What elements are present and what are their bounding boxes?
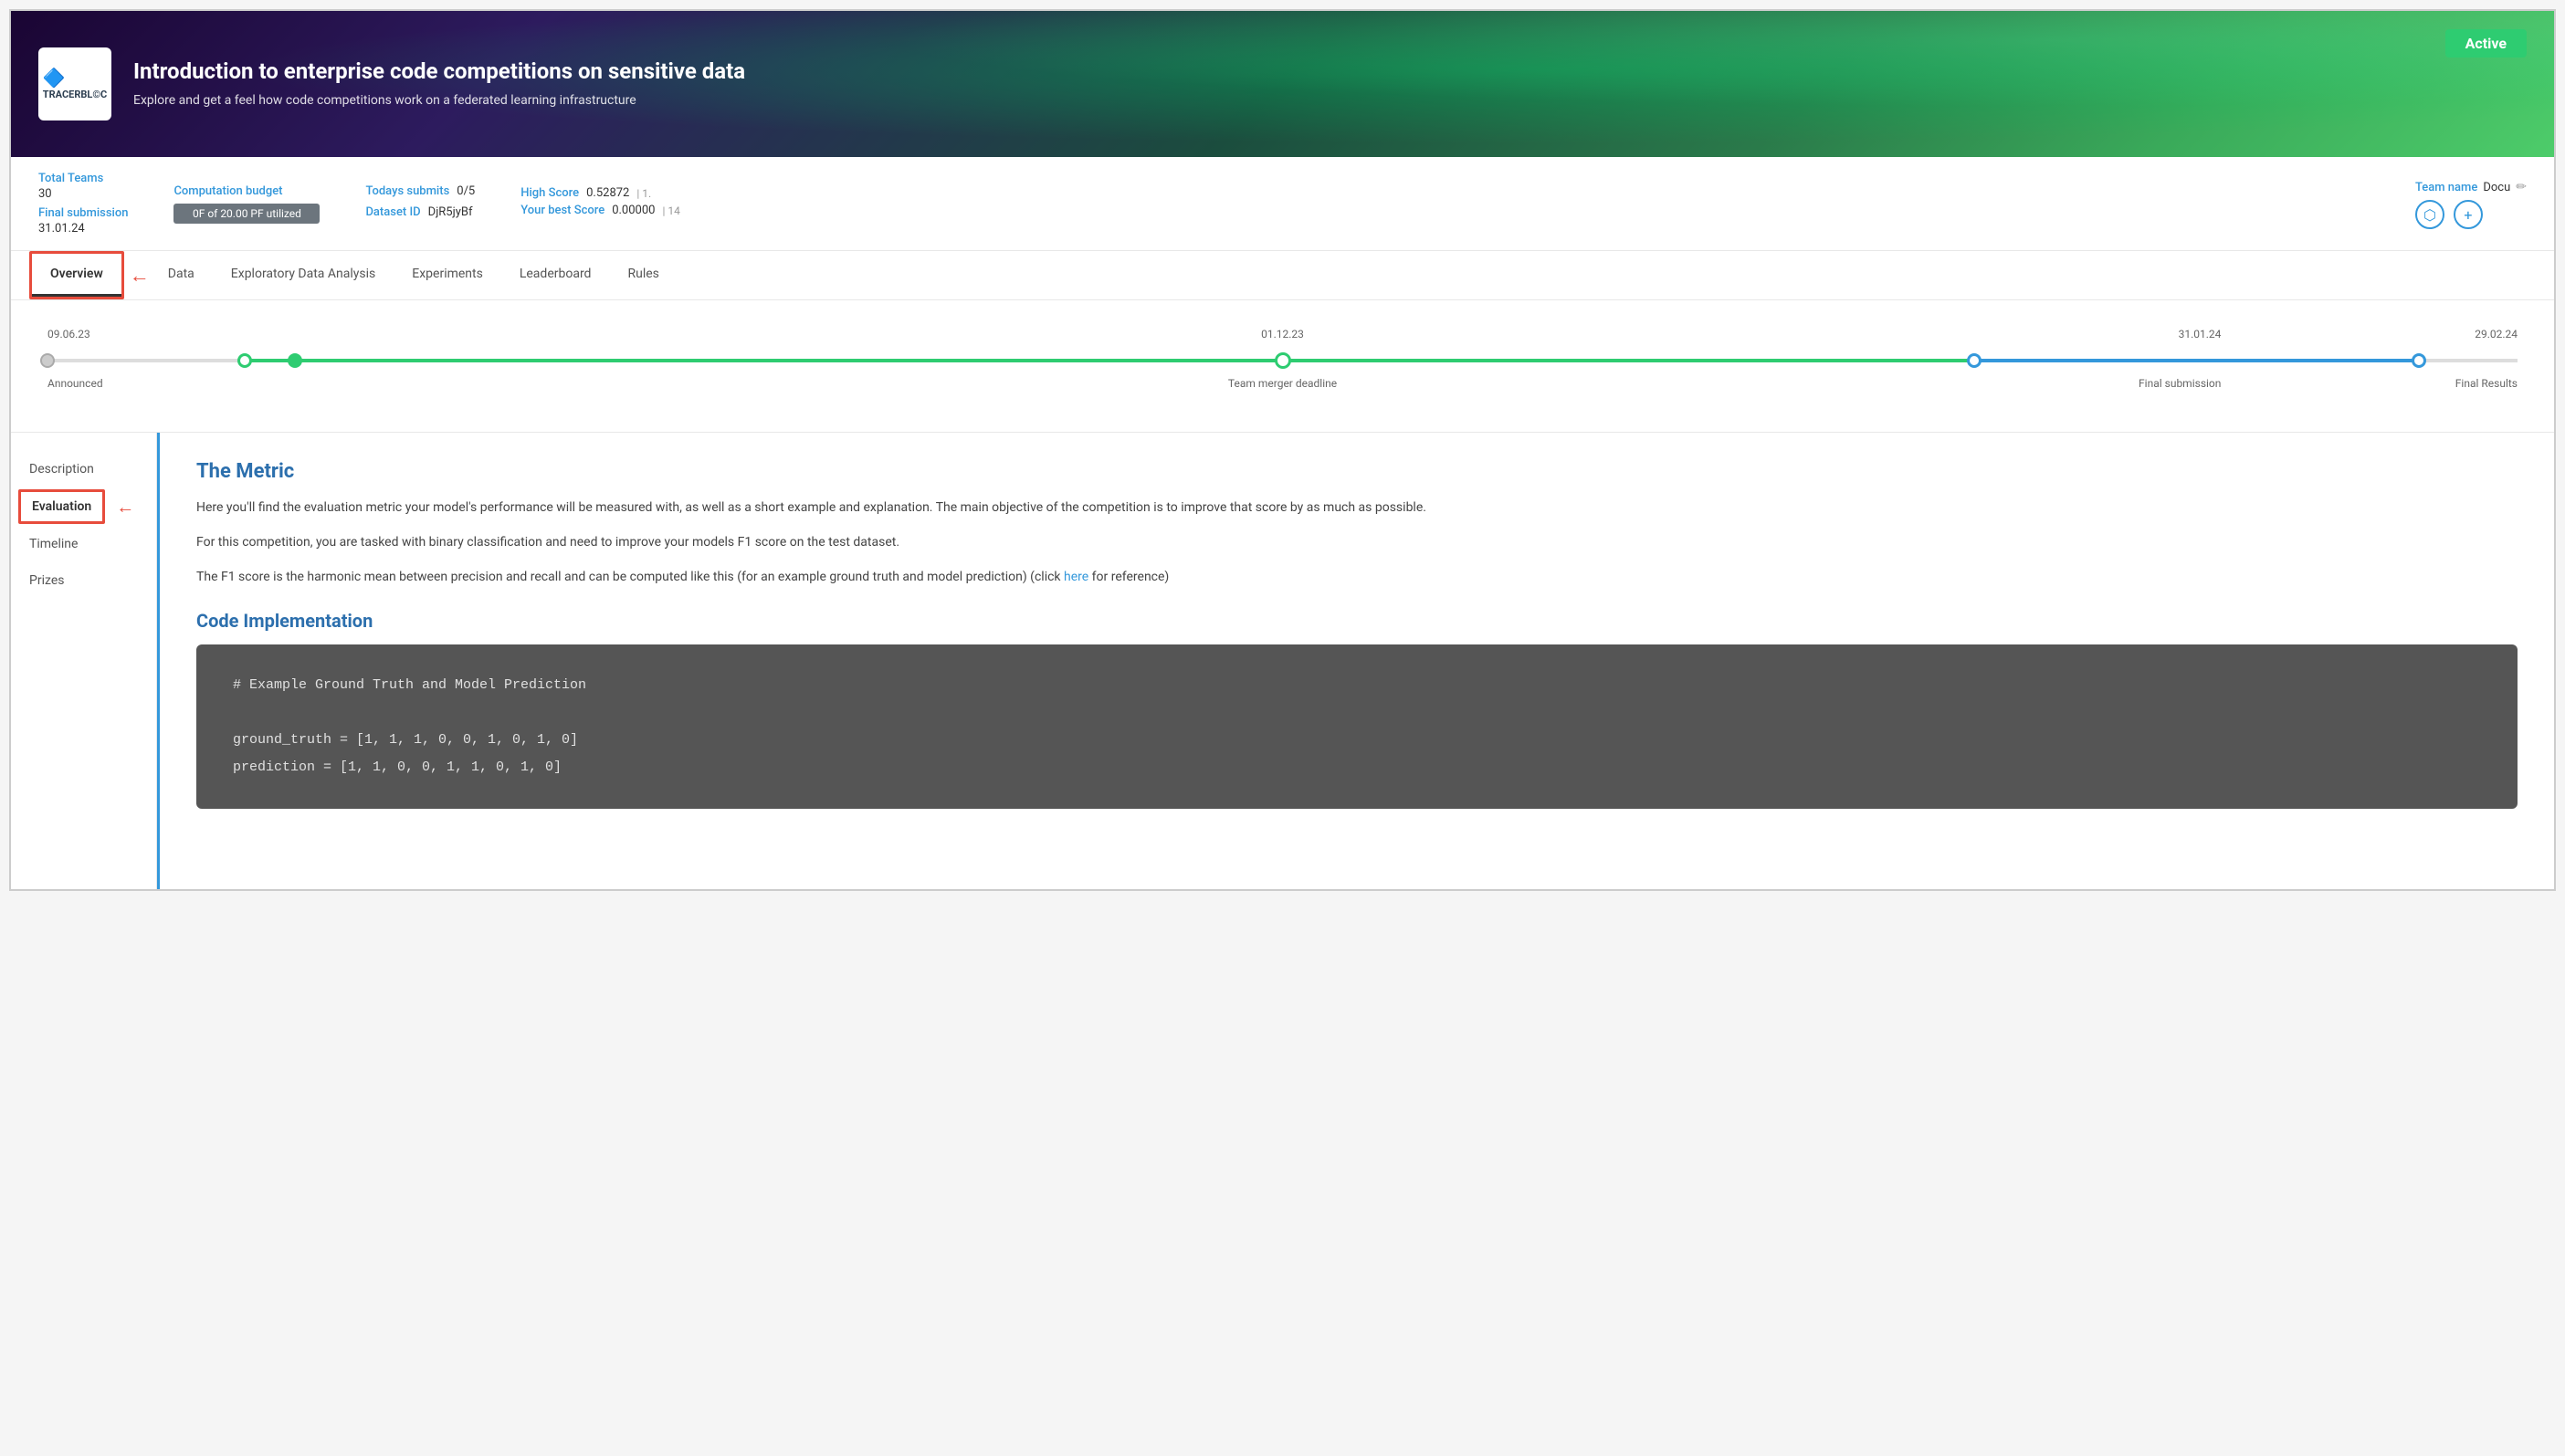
team-name-label: Team name xyxy=(2415,181,2477,194)
logo-icon: 🔷 xyxy=(43,67,107,89)
add-member-button[interactable]: + xyxy=(2454,200,2483,229)
final-submission-value: 31.01.24 xyxy=(38,222,128,236)
overview-tab-wrapper: Overview xyxy=(29,251,124,299)
timeline-label-4: Final submission xyxy=(2139,377,2221,390)
your-best-score-rank: | 14 xyxy=(662,204,679,217)
tabs-container: Overview ← Data Exploratory Data Analysi… xyxy=(11,251,2554,300)
metric-p2: For this competition, you are tasked wit… xyxy=(196,532,2518,554)
tab-experiments[interactable]: Experiments xyxy=(394,254,501,297)
timeline-date-3: 01.12.23 xyxy=(1261,328,1304,340)
timeline-line-blue xyxy=(1974,359,2419,362)
timeline-dot-final-sub xyxy=(1967,353,1982,368)
timeline-date-4: 31.01.24 xyxy=(2179,328,2222,340)
high-score-rank: | 1. xyxy=(636,187,651,200)
timeline-label-3: Team merger deadline xyxy=(1228,377,1337,390)
hero-subtitle: Explore and get a feel how code competit… xyxy=(133,91,681,110)
timeline-label-5: Final Results xyxy=(2455,377,2518,390)
metric-p3-before: The F1 score is the harmonic mean betwee… xyxy=(196,570,1064,584)
tab-rules[interactable]: Rules xyxy=(609,254,677,297)
tab-leaderboard[interactable]: Leaderboard xyxy=(501,254,610,297)
final-submission-label: Final submission xyxy=(38,206,128,220)
code-title: Code Implementation xyxy=(196,610,2518,632)
timeline-dot-start xyxy=(237,353,252,368)
computation-budget-label: Computation budget xyxy=(173,184,320,198)
high-score-value: 0.52872 xyxy=(586,186,629,200)
timeline-date-5: 29.02.24 xyxy=(2475,328,2518,340)
code-text: # Example Ground Truth and Model Predict… xyxy=(233,672,2481,781)
stat-group-teams: Total Teams 30 Final submission 31.01.24 xyxy=(38,172,128,236)
hero-banner: Active 🔷 TRACERBL©C Introduction to ente… xyxy=(11,11,2554,157)
logo-text: TRACERBL©C xyxy=(43,89,107,101)
your-best-score-label: Your best Score xyxy=(520,204,604,217)
evaluation-arrow: ← xyxy=(116,496,134,519)
metric-p3-link[interactable]: here xyxy=(1064,570,1088,584)
timeline-dot-announced xyxy=(40,353,55,368)
total-teams-label: Total Teams xyxy=(38,172,128,185)
team-actions: ⬡ + xyxy=(2415,200,2527,229)
hero-title: Introduction to enterprise code competit… xyxy=(133,58,745,84)
nodes-icon: ⬡ xyxy=(2423,206,2436,224)
score-group: High Score 0.52872 | 1. Your best Score … xyxy=(520,186,680,221)
overview-arrow: ← xyxy=(130,264,150,288)
metric-p3: The F1 score is the harmonic mean betwee… xyxy=(196,567,2518,589)
evaluation-nav-row: Evaluation ← xyxy=(11,487,156,526)
edit-icon[interactable]: ✏ xyxy=(2516,180,2527,194)
your-best-score-value: 0.00000 xyxy=(612,204,655,217)
todays-submits-value: 0/5 xyxy=(457,184,475,198)
hero-text: Introduction to enterprise code competit… xyxy=(133,58,745,110)
tab-eda[interactable]: Exploratory Data Analysis xyxy=(213,254,394,297)
budget-bar-text: 0F of 20.00 PF utilized xyxy=(193,207,301,220)
active-badge: Active xyxy=(2445,29,2527,58)
sidebar-nav: Description Evaluation ← Timeline Prizes xyxy=(11,433,157,889)
todays-submits-label: Todays submits xyxy=(365,184,449,198)
sidebar-item-description[interactable]: Description xyxy=(11,451,156,487)
logo-box: 🔷 TRACERBL©C xyxy=(38,47,111,120)
dataset-id-value: DjR5jyBf xyxy=(428,205,473,219)
metric-p3-after: for reference) xyxy=(1088,570,1169,584)
timeline-label-1: Announced xyxy=(47,377,103,390)
total-teams-value: 30 xyxy=(38,187,128,201)
timeline-dot-merger xyxy=(1275,352,1291,369)
timeline-section: 09.06.23 01.12.23 31.01.24 29.02.24 An xyxy=(11,300,2554,433)
main-content: Description Evaluation ← Timeline Prizes… xyxy=(11,433,2554,889)
team-name-value: Docu xyxy=(2483,181,2510,194)
stats-bar: Total Teams 30 Final submission 31.01.24… xyxy=(11,157,2554,251)
sidebar-item-evaluation[interactable]: Evaluation xyxy=(18,489,105,524)
tab-data[interactable]: Data xyxy=(150,254,213,297)
timeline-date-1: 09.06.23 xyxy=(47,328,90,340)
code-block: # Example Ground Truth and Model Predict… xyxy=(196,644,2518,809)
plus-icon: + xyxy=(2464,206,2472,224)
sidebar-item-timeline[interactable]: Timeline xyxy=(11,526,156,562)
tab-overview[interactable]: Overview xyxy=(32,254,121,297)
timeline-line-green xyxy=(245,359,1974,362)
nodes-button[interactable]: ⬡ xyxy=(2415,200,2444,229)
team-group: Team name Docu ✏ ⬡ + xyxy=(2415,178,2527,229)
dataset-id-label: Dataset ID xyxy=(365,205,420,219)
budget-group: Computation budget 0F of 20.00 PF utiliz… xyxy=(173,184,320,224)
timeline-dot-results xyxy=(2412,353,2426,368)
stat-group-submits: Todays submits 0/5 Dataset ID DjR5jyBf xyxy=(365,184,475,223)
sidebar-item-prizes[interactable]: Prizes xyxy=(11,562,156,599)
timeline-track xyxy=(47,351,2518,370)
budget-bar: 0F of 20.00 PF utilized xyxy=(173,204,320,224)
timeline-dot-current xyxy=(288,353,302,368)
content-area: The Metric Here you'll find the evaluati… xyxy=(157,433,2554,889)
high-score-label: High Score xyxy=(520,186,579,200)
metric-p1: Here you'll find the evaluation metric y… xyxy=(196,498,2518,519)
overview-tab-highlight-row: Overview ← xyxy=(29,251,150,299)
metric-title: The Metric xyxy=(196,460,2518,483)
